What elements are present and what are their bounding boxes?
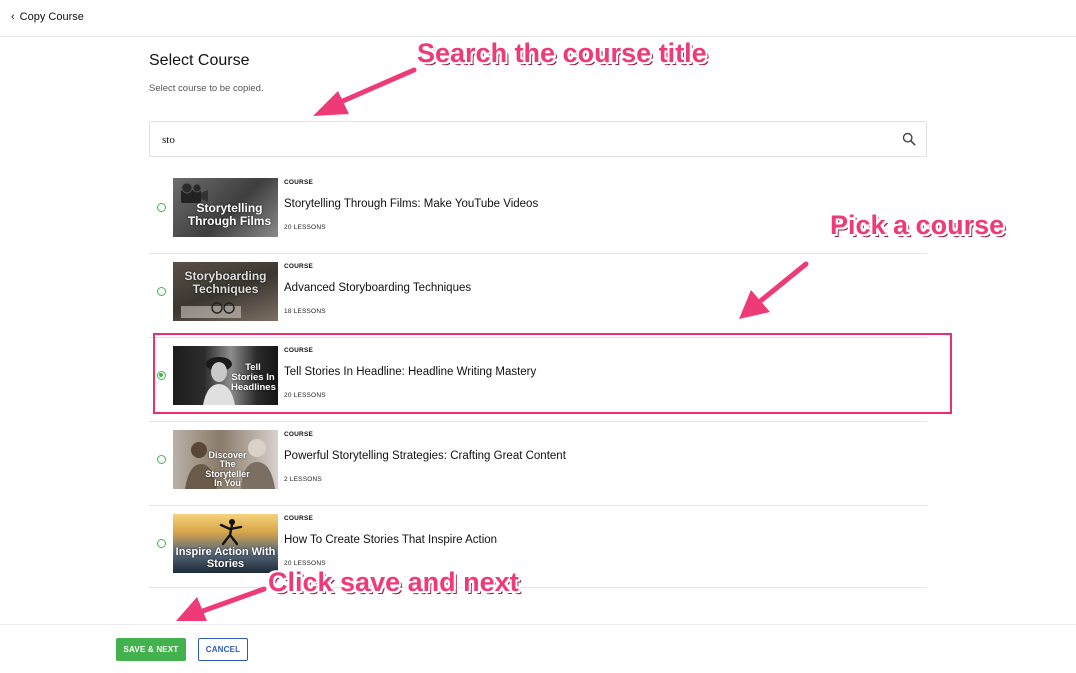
course-thumbnail-text: Discover The Storyteller In You xyxy=(205,450,250,489)
course-title: Advanced Storyboarding Techniques xyxy=(284,282,472,294)
course-radio[interactable] xyxy=(157,203,166,212)
search-box xyxy=(149,121,927,157)
course-lesson-count: 20 LESSONS xyxy=(284,224,326,231)
arrow-to-search xyxy=(313,67,417,116)
back-link-label: Copy Course xyxy=(19,11,84,23)
course-kicker: COURSE xyxy=(284,179,314,186)
course-item[interactable]: Discover The Storyteller In You COURSE P… xyxy=(149,422,927,506)
page-subtitle: Select course to be copied. xyxy=(149,83,264,94)
course-thumbnail: Tell Stories In Headlines xyxy=(173,346,278,405)
page-title: Select Course xyxy=(149,52,250,69)
course-radio[interactable] xyxy=(157,371,166,380)
back-link[interactable]: ‹ Copy Course xyxy=(11,11,84,23)
course-lesson-count: 20 LESSONS xyxy=(284,560,326,567)
glasses-icon xyxy=(181,302,241,318)
course-item[interactable]: Storyboarding Techniques COURSE Advanced… xyxy=(149,254,927,338)
annotation-pick-hint: Pick a course xyxy=(830,210,1005,240)
course-thumbnail: Storytelling Through Films xyxy=(173,178,278,237)
search-icon[interactable] xyxy=(902,132,916,146)
course-radio[interactable] xyxy=(157,455,166,464)
course-item[interactable]: Storytelling Through Films COURSE Storyt… xyxy=(149,170,927,254)
course-thumbnail-text: Inspire Action With Stories xyxy=(175,546,276,570)
course-lesson-count: 20 LESSONS xyxy=(284,392,326,399)
course-title: Tell Stories In Headline: Headline Writi… xyxy=(284,366,537,378)
course-item[interactable]: Inspire Action With Stories COURSE How T… xyxy=(149,506,927,588)
course-thumbnail: Inspire Action With Stories xyxy=(173,514,278,573)
footer-bar: SAVE & NEXT CANCEL xyxy=(0,624,1076,673)
course-thumbnail-text: Storytelling Through Films xyxy=(187,201,272,228)
course-title: Storytelling Through Films: Make YouTube… xyxy=(284,198,539,210)
course-kicker: COURSE xyxy=(284,515,314,522)
course-title: How To Create Stories That Inspire Actio… xyxy=(284,534,498,546)
course-thumbnail: Discover The Storyteller In You xyxy=(173,430,278,489)
annotation-save-hint: Click save and next xyxy=(268,567,519,597)
course-radio[interactable] xyxy=(157,539,166,548)
course-kicker: COURSE xyxy=(284,431,314,438)
course-lesson-count: 18 LESSONS xyxy=(284,308,326,315)
course-title: Powerful Storytelling Strategies: Crafti… xyxy=(284,450,566,462)
course-thumbnail: Storyboarding Techniques xyxy=(173,262,278,321)
course-item[interactable]: Tell Stories In Headlines COURSE Tell St… xyxy=(149,338,927,422)
course-list: Storytelling Through Films COURSE Storyt… xyxy=(149,170,927,588)
course-lesson-count: 2 LESSONS xyxy=(284,476,322,483)
course-thumbnail-text: Storyboarding Techniques xyxy=(184,269,267,296)
course-kicker: COURSE xyxy=(284,263,314,270)
course-thumbnail-text: Tell Stories In Headlines xyxy=(231,362,276,393)
top-bar: ‹ Copy Course xyxy=(0,0,1076,37)
annotation-search-hint: Search the course title xyxy=(417,38,707,68)
save-next-button[interactable]: SAVE & NEXT xyxy=(116,638,186,661)
course-radio[interactable] xyxy=(157,287,166,296)
jumping-person-icon xyxy=(219,519,243,546)
arrow-to-save-button xyxy=(176,586,267,621)
chevron-left-icon: ‹ xyxy=(11,10,15,23)
cancel-button[interactable]: CANCEL xyxy=(198,638,248,661)
course-kicker: COURSE xyxy=(284,347,314,354)
search-input[interactable] xyxy=(162,131,862,149)
